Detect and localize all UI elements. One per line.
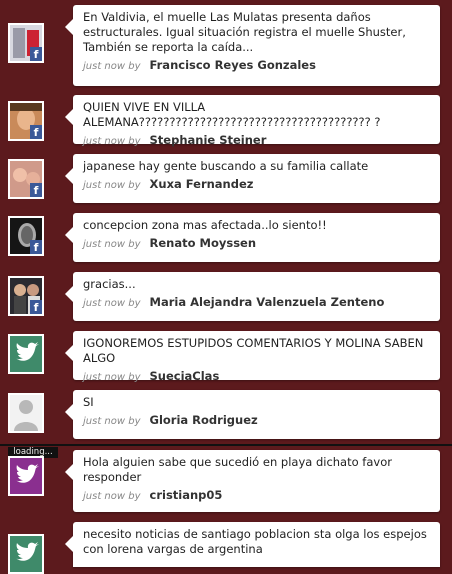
message-bubble: concepcion zona mas afectada..lo siento!…	[65, 213, 440, 262]
avatar[interactable]: f	[8, 216, 44, 256]
avatar[interactable]: f	[8, 101, 44, 141]
timestamp: just now by	[83, 298, 141, 309]
avatar[interactable]	[8, 534, 44, 574]
author-link[interactable]: Gloria Rodriguez	[150, 413, 258, 427]
message-meta: just now by Francisco Reyes Gonzales	[83, 58, 431, 72]
message-bubble: En Valdivia, el muelle Las Mulatas prese…	[65, 5, 440, 86]
timestamp: just now by	[83, 372, 141, 383]
timestamp: just now by	[83, 180, 141, 191]
message-text: necesito noticias de santiago poblacion …	[83, 527, 427, 556]
message-bubble: japanese hay gente buscando a su familia…	[65, 154, 440, 203]
message-text: japanese hay gente buscando a su familia…	[83, 159, 369, 173]
timestamp: just now by	[83, 416, 141, 427]
message-meta: just now by Renato Moyssen	[83, 236, 431, 250]
message-bubble: SI just now by Gloria Rodriguez	[65, 390, 440, 439]
message-text: concepcion zona mas afectada..lo siento!…	[83, 218, 327, 232]
message-meta: just now by SueciaClas	[83, 369, 431, 383]
timestamp: just now by	[83, 491, 141, 502]
twitter-bird-icon	[10, 458, 42, 494]
message-text: SI	[83, 395, 94, 409]
timestamp: just now by	[83, 61, 141, 72]
timestamp: just now by	[83, 136, 141, 147]
author-link[interactable]: Xuxa Fernandez	[150, 177, 254, 191]
avatar[interactable]: f	[8, 276, 44, 316]
message-meta: just now by Gloria Rodriguez	[83, 413, 431, 427]
message-meta: just now by cristianp05	[83, 488, 431, 502]
author-link[interactable]: Francisco Reyes Gonzales	[150, 58, 316, 72]
avatar[interactable]: f	[8, 23, 44, 63]
message-text: QUIEN VIVE EN VILLA ALEMANA?????????????…	[83, 100, 381, 129]
message-bubble: Hola alguien sabe que sucedió en playa d…	[65, 450, 440, 512]
facebook-icon: f	[30, 240, 42, 254]
facebook-icon: f	[30, 47, 42, 61]
default-person-icon	[10, 395, 42, 431]
author-link[interactable]: Stephanie Steiner	[150, 133, 267, 147]
twitter-bird-icon	[10, 336, 42, 372]
message-bubble: necesito noticias de santiago poblacion …	[65, 522, 440, 567]
facebook-icon: f	[30, 183, 42, 197]
author-link[interactable]: cristianp05	[150, 488, 223, 502]
message-text: gracias...	[83, 277, 136, 291]
message-text: Hola alguien sabe que sucedió en playa d…	[83, 455, 392, 484]
message-bubble: gracias... just now by Maria Alejandra Va…	[65, 272, 440, 321]
message-text: IGONOREMOS ESTUPIDOS COMENTARIOS Y MOLIN…	[83, 336, 424, 365]
avatar[interactable]: f	[8, 159, 44, 199]
feed-divider	[0, 444, 452, 446]
facebook-icon: f	[30, 300, 42, 314]
message-meta: just now by Maria Alejandra Valenzuela Ze…	[83, 295, 431, 309]
avatar[interactable]	[8, 393, 44, 433]
message-text: En Valdivia, el muelle Las Mulatas prese…	[83, 10, 406, 54]
author-link[interactable]: SueciaClas	[150, 369, 220, 383]
message-meta: just now by Xuxa Fernandez	[83, 177, 431, 191]
avatar[interactable]	[8, 456, 44, 496]
message-meta: just now by Stephanie Steiner	[83, 133, 431, 147]
timestamp: just now by	[83, 239, 141, 250]
author-link[interactable]: Renato Moyssen	[150, 236, 257, 250]
message-bubble: IGONOREMOS ESTUPIDOS COMENTARIOS Y MOLIN…	[65, 331, 440, 383]
author-link[interactable]: Maria Alejandra Valenzuela Zenteno	[150, 295, 385, 309]
avatar[interactable]	[8, 334, 44, 374]
message-bubble: QUIEN VIVE EN VILLA ALEMANA?????????????…	[65, 95, 440, 147]
facebook-icon: f	[30, 125, 42, 139]
